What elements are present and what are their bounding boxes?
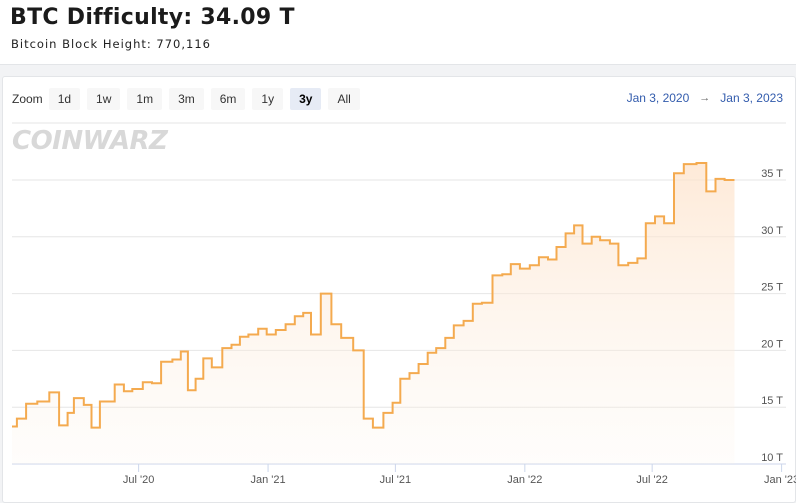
y-tick-label: 10 T [761,452,783,464]
difficulty-chart: 10 T15 T20 T25 T30 T35 T Jul '20 Jan '21 J… [12,122,796,486]
x-axis: Jul '20 Jan '21 Jul '21 Jan '22 Jul '22 Jan '… [123,464,796,486]
y-tick-label: 35 T [761,168,783,180]
y-tick-label: 25 T [761,282,783,294]
x-tick-label: Jul '22 [636,474,667,486]
y-tick-label: 30 T [761,225,783,237]
y-tick-label: 15 T [761,395,783,407]
x-tick-label: Jul '20 [123,474,154,486]
y-tick-label: 20 T [761,338,783,350]
x-tick-label: Jan '21 [250,474,285,486]
x-tick-label: Jul '21 [380,474,411,486]
x-tick-label: Jan '23 [764,474,796,486]
x-tick-label: Jan '22 [507,474,542,486]
y-axis: 10 T 15 T 20 T 25 T 30 T 35 T [761,168,783,464]
